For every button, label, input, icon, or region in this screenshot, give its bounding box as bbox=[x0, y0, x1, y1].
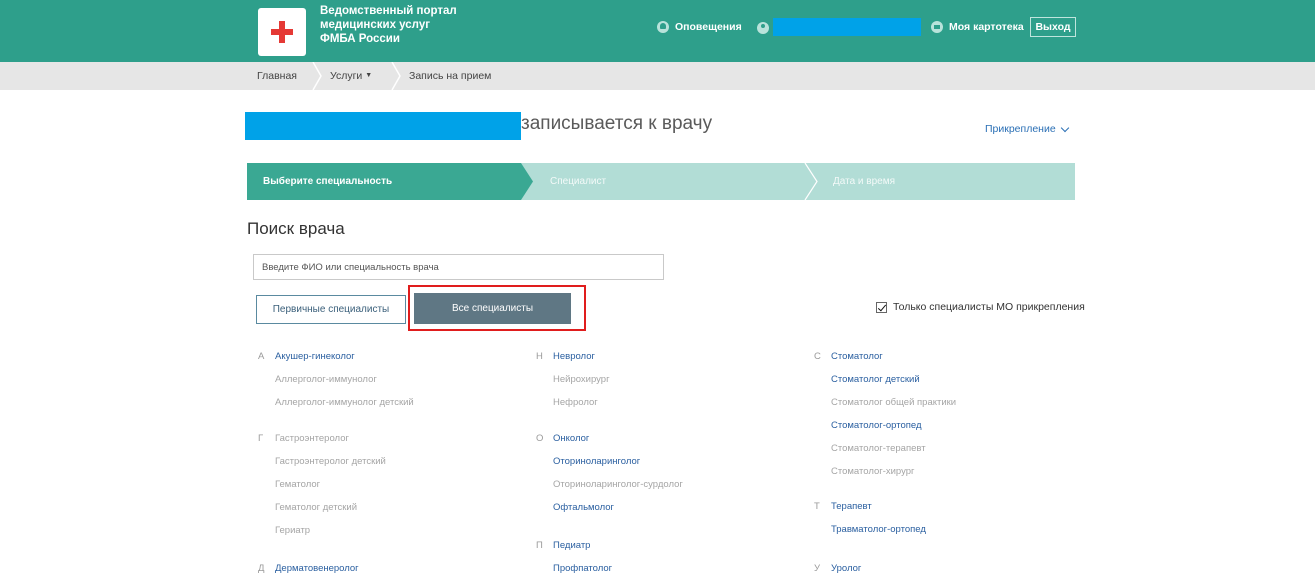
specialty-link[interactable]: Акушер-гинеколог bbox=[275, 351, 355, 362]
specialty-link: Гастроэнтеролог детский bbox=[275, 456, 386, 467]
specialty-link: Гериатр bbox=[275, 525, 311, 536]
attachment-label: Прикрепление bbox=[985, 123, 1056, 135]
alphabet-letter: П bbox=[536, 540, 543, 551]
breadcrumb-services[interactable]: Услуги ▼ bbox=[330, 62, 372, 90]
medical-cross-icon bbox=[271, 21, 293, 43]
alphabet-letter: Г bbox=[258, 433, 264, 444]
redacted-user-name bbox=[773, 18, 921, 36]
alphabet-letter: Н bbox=[536, 351, 543, 362]
specialty-link[interactable]: Стоматолог bbox=[831, 351, 883, 362]
specialty-link: Стоматолог-терапевт bbox=[831, 443, 926, 454]
specialty-link: Стоматолог-хирург bbox=[831, 466, 915, 477]
step-specialist[interactable]: Специалист bbox=[550, 163, 606, 200]
specialty-link[interactable]: Дерматовенеролог bbox=[275, 563, 359, 573]
specialty-link[interactable]: Стоматолог детский bbox=[831, 374, 920, 385]
doctor-search-input[interactable] bbox=[253, 254, 664, 280]
caret-down-icon: ▼ bbox=[365, 72, 373, 80]
steps-bar: Выберите специальность Специалист Дата и… bbox=[247, 163, 1077, 200]
portal-title-line: медицинских услуг bbox=[320, 19, 431, 31]
breadcrumb-services-label: Услуги bbox=[330, 70, 363, 82]
alphabet-letter: У bbox=[814, 563, 821, 573]
search-title: Поиск врача bbox=[247, 219, 345, 238]
specialty-link[interactable]: Терапевт bbox=[831, 501, 872, 512]
specialty-link[interactable]: Оториноларинголог bbox=[553, 456, 640, 467]
specialty-link: Стоматолог общей практики bbox=[831, 397, 957, 408]
step-date-time[interactable]: Дата и время bbox=[833, 163, 895, 200]
page: Ведомственный портал медицинских услуг Ф… bbox=[0, 0, 1315, 573]
all-specialists-button[interactable]: Все специалисты bbox=[414, 293, 571, 324]
portal-title-line: Ведомственный портал bbox=[320, 5, 457, 17]
user-icon bbox=[757, 22, 769, 34]
page-title: записывается к врачу bbox=[521, 113, 713, 134]
specialty-link[interactable]: Стоматолог-ортопед bbox=[831, 420, 922, 431]
card-icon bbox=[931, 21, 943, 33]
specialty-link: Гематолог детский bbox=[275, 502, 358, 513]
exit-button[interactable]: Выход bbox=[1030, 17, 1076, 37]
specialty-link: Аллерголог-иммунолог детский bbox=[275, 397, 414, 408]
specialty-link: Гастроэнтеролог bbox=[275, 433, 349, 444]
chevron-down-icon bbox=[1060, 123, 1069, 132]
alphabet-letter: С bbox=[814, 351, 821, 362]
specialty-link: Нейрохирург bbox=[553, 374, 610, 385]
primary-specialists-button[interactable]: Первичные специалисты bbox=[256, 295, 406, 324]
attachment-dropdown[interactable]: Прикрепление bbox=[985, 123, 1069, 135]
specialty-link[interactable]: Офтальмолог bbox=[553, 502, 614, 513]
site-header: Ведомственный портал медицинских услуг Ф… bbox=[0, 0, 1315, 62]
only-mo-checkbox-row[interactable]: Только специалисты МО прикрепления bbox=[876, 301, 1085, 313]
only-mo-label: Только специалисты МО прикрепления bbox=[893, 301, 1085, 313]
alphabet-letter: О bbox=[536, 433, 544, 444]
alphabet-letter: А bbox=[258, 351, 265, 362]
specialty-link[interactable]: Профпатолог bbox=[553, 563, 612, 573]
specialty-link: Аллерголог-иммунолог bbox=[275, 374, 377, 385]
breadcrumb-appointment[interactable]: Запись на прием bbox=[409, 62, 491, 90]
portal-title-line: ФМБА России bbox=[320, 33, 400, 45]
breadcrumb-separator bbox=[391, 62, 401, 90]
specialty-link[interactable]: Онколог bbox=[553, 433, 589, 444]
specialty-link[interactable]: Травматолог-ортопед bbox=[831, 524, 926, 535]
breadcrumb-home[interactable]: Главная bbox=[257, 62, 297, 90]
alphabet-letter: Т bbox=[814, 501, 820, 512]
specialty-link: Нефролог bbox=[553, 397, 598, 408]
redacted-patient-name bbox=[245, 112, 521, 140]
specialty-link[interactable]: Невролог bbox=[553, 351, 595, 362]
specialty-link[interactable]: Педиатр bbox=[553, 540, 590, 551]
portal-title: Ведомственный портал медицинских услуг Ф… bbox=[320, 4, 457, 46]
specialty-link[interactable]: Уролог bbox=[831, 563, 861, 573]
bell-icon bbox=[657, 21, 669, 33]
notifications-link[interactable]: Оповещения bbox=[657, 21, 742, 33]
notifications-label: Оповещения bbox=[675, 21, 742, 33]
breadcrumb-separator bbox=[312, 62, 322, 90]
only-mo-checkbox[interactable] bbox=[876, 301, 887, 313]
my-card-label: Моя картотека bbox=[949, 21, 1024, 33]
my-card-link[interactable]: Моя картотека bbox=[931, 21, 1024, 33]
step-specialty[interactable]: Выберите специальность bbox=[263, 163, 392, 200]
specialty-link: Гематолог bbox=[275, 479, 321, 490]
specialty-link: Оториноларинголог-сурдолог bbox=[553, 479, 683, 490]
alphabet-letter: Д bbox=[258, 563, 265, 573]
portal-logo[interactable] bbox=[258, 8, 306, 56]
breadcrumb: Главная Услуги ▼ Запись на прием bbox=[0, 62, 1315, 90]
